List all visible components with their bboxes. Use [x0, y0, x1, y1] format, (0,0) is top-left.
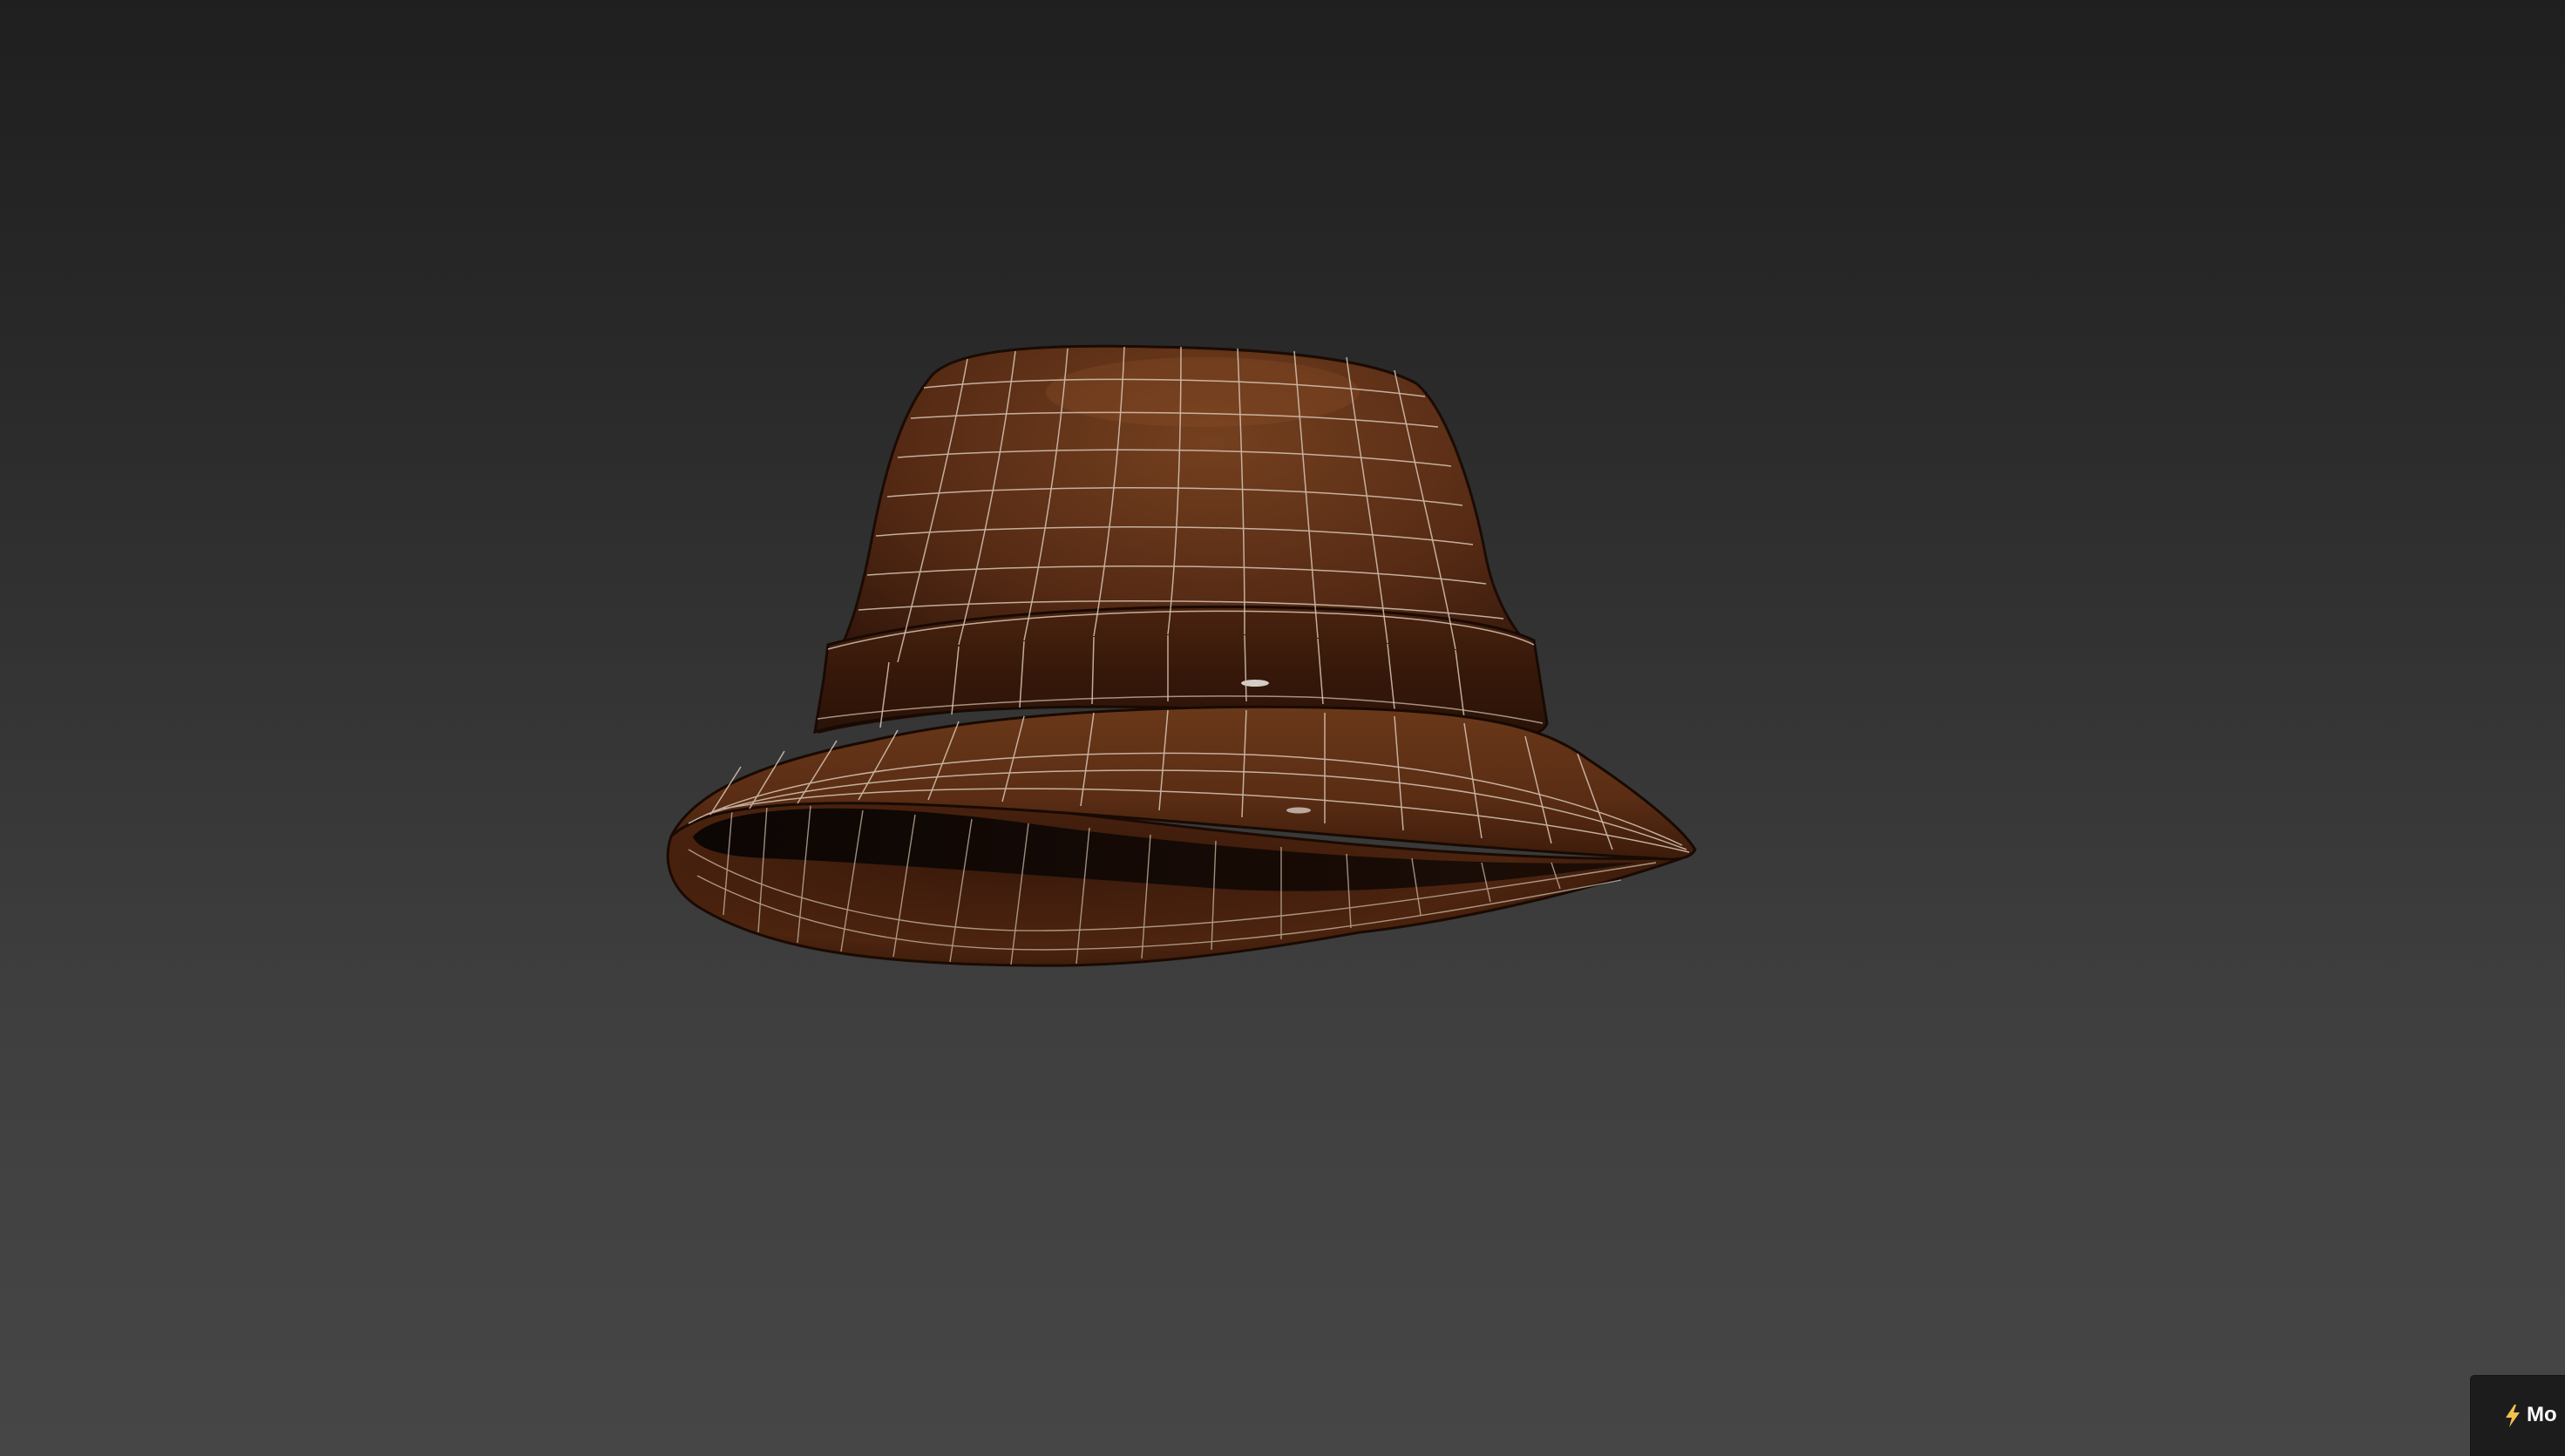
corner-badge[interactable]: Mo: [2471, 1376, 2565, 1456]
hat-model-render[interactable]: [0, 0, 2565, 1456]
3d-viewport[interactable]: Mo: [0, 0, 2565, 1456]
corner-badge-label: Mo: [2527, 1403, 2557, 1426]
lightning-bolt-icon: [2506, 1405, 2520, 1427]
